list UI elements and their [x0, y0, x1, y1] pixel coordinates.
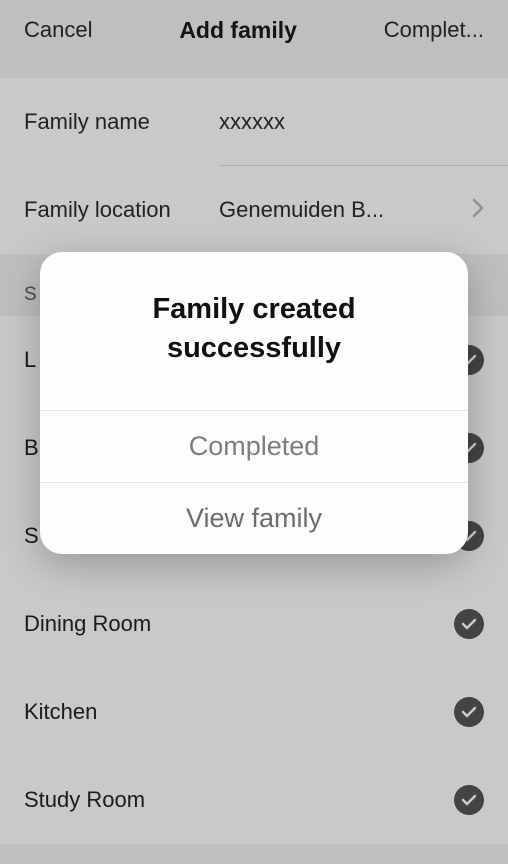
- screen: Cancel Add family Complet... Family name…: [0, 0, 508, 864]
- success-alert: Family created successfully Completed Vi…: [40, 252, 468, 554]
- alert-title-line1: Family created: [152, 293, 355, 325]
- view-family-button[interactable]: View family: [40, 482, 468, 554]
- completed-button[interactable]: Completed: [40, 410, 468, 482]
- alert-title-line2: successfully: [167, 332, 341, 364]
- alert-title: Family created successfully: [40, 252, 468, 410]
